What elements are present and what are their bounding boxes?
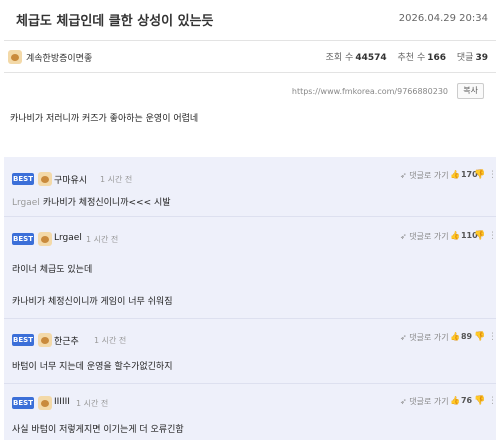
comment-author[interactable]: 한근추 bbox=[54, 334, 79, 347]
thumbs-down-icon[interactable]: 👎 bbox=[474, 231, 485, 241]
header-divider bbox=[4, 40, 496, 41]
views-label: 조회 수 bbox=[325, 53, 354, 63]
views-count: 44574 bbox=[355, 53, 387, 63]
post-datetime: 2026.04.29 20:34 bbox=[398, 13, 488, 24]
comments-count: 39 bbox=[475, 53, 488, 63]
comment-avatar[interactable] bbox=[38, 232, 52, 246]
reply-label: 댓글로 가기 bbox=[409, 397, 449, 406]
comment-body: 카나비가 체정신이니까<<< 시발 bbox=[42, 198, 171, 208]
comment-text-line: 카나비가 체정신이니까 게임이 너무 쉬워짐 bbox=[12, 297, 173, 307]
reply-link[interactable]: ➶ 댓글로 가기 bbox=[400, 170, 449, 181]
thumbs-down-icon[interactable]: 👎 bbox=[474, 396, 485, 406]
thumbs-up-icon: 👍 bbox=[450, 332, 460, 341]
comment-time: 1 시간 전 bbox=[94, 336, 127, 345]
best-badge: BEST bbox=[12, 173, 34, 185]
post-author-row: 계속한방증이면좋 조회 수 44574 추천 수 166 댓글 39 bbox=[0, 42, 500, 70]
post-header: 체급도 체급인데 클한 상성이 있는듯 2026.04.29 20:34 bbox=[0, 0, 500, 40]
like-count: 76 bbox=[460, 396, 473, 405]
comment-time: 1 시간 전 bbox=[100, 175, 133, 184]
like-button[interactable]: 👍89 bbox=[450, 332, 472, 341]
thumbs-up-icon: 👍 bbox=[450, 231, 460, 240]
comment-avatar[interactable] bbox=[38, 396, 52, 410]
more-vertical-icon[interactable]: ⋮ bbox=[488, 170, 497, 180]
post-author[interactable]: 계속한방증이면좋 bbox=[26, 51, 92, 64]
thumbs-up-icon: 👍 bbox=[450, 396, 460, 405]
reply-label: 댓글로 가기 bbox=[409, 171, 449, 180]
recommend-count: 166 bbox=[427, 53, 447, 63]
best-badge: BEST bbox=[12, 334, 34, 346]
reply-link[interactable]: ➶ 댓글로 가기 bbox=[400, 332, 449, 343]
like-count: 89 bbox=[460, 332, 473, 341]
comment-item: BEST 한근추 1 시간 전 ➶ 댓글로 가기 👍89 👎 ⋮ 바텀이 너무 … bbox=[4, 319, 497, 377]
post-url[interactable]: https://www.fmkorea.com/9766880230 bbox=[292, 87, 448, 96]
reply-arrow-icon: ➶ bbox=[400, 232, 407, 241]
comment-item: BEST IIIIII 1 시간 전 ➶ 댓글로 가기 👍76 👎 ⋮ 사실 바… bbox=[4, 384, 497, 440]
reply-link[interactable]: ➶ 댓글로 가기 bbox=[400, 396, 449, 407]
comment-time: 1 시간 전 bbox=[86, 235, 119, 244]
comment-avatar[interactable] bbox=[38, 333, 52, 347]
best-comments-list: BEST 구마유시 1 시간 전 ➶ 댓글로 가기 👍170 👎 ⋮ Lrgae… bbox=[4, 157, 497, 440]
comment-author[interactable]: 구마유시 bbox=[54, 173, 87, 186]
more-vertical-icon[interactable]: ⋮ bbox=[488, 231, 497, 241]
post-body: 카나비가 저러니까 커즈가 좋아하는 운영이 어렵네 bbox=[10, 114, 199, 124]
thumbs-down-icon[interactable]: 👎 bbox=[474, 170, 485, 180]
comments-label: 댓글 bbox=[456, 53, 474, 63]
comment-time: 1 시간 전 bbox=[76, 399, 109, 408]
author-avatar[interactable] bbox=[8, 50, 22, 64]
like-button[interactable]: 👍76 bbox=[450, 396, 472, 405]
comment-text-line: 라이너 체급도 있는데 bbox=[12, 265, 93, 275]
recommend-label: 추천 수 bbox=[397, 53, 426, 63]
comment-author[interactable]: Lrgael bbox=[54, 233, 82, 243]
more-vertical-icon[interactable]: ⋮ bbox=[488, 332, 497, 342]
post-title: 체급도 체급인데 클한 상성이 있는듯 bbox=[16, 14, 214, 29]
comment-text: Lrgael 카나비가 체정신이니까<<< 시발 bbox=[12, 195, 171, 208]
comment-text: 사실 바텀이 저렇게지면 이기는게 더 오류긴함 bbox=[12, 425, 184, 435]
reply-arrow-icon: ➶ bbox=[400, 397, 407, 406]
post-stats: 조회 수 44574 추천 수 166 댓글 39 bbox=[326, 50, 488, 63]
reply-arrow-icon: ➶ bbox=[400, 333, 407, 342]
best-badge: BEST bbox=[12, 233, 34, 245]
comment-mention[interactable]: Lrgael bbox=[12, 198, 40, 208]
more-vertical-icon[interactable]: ⋮ bbox=[488, 396, 497, 406]
best-badge: BEST bbox=[12, 397, 34, 409]
reply-arrow-icon: ➶ bbox=[400, 171, 407, 180]
thumbs-up-icon: 👍 bbox=[450, 170, 460, 179]
thumbs-down-icon[interactable]: 👎 bbox=[474, 332, 485, 342]
reply-label: 댓글로 가기 bbox=[409, 333, 449, 342]
comment-item: BEST Lrgael 1 시간 전 ➶ 댓글로 가기 👍110 👎 ⋮ 라이너… bbox=[4, 217, 497, 313]
comment-avatar[interactable] bbox=[38, 172, 52, 186]
copy-url-button[interactable]: 복사 bbox=[457, 83, 484, 99]
comment-text: 바텀이 너무 지는데 운영을 할수가없긴하지 bbox=[12, 362, 173, 372]
comment-author[interactable]: IIIIII bbox=[54, 397, 70, 407]
comment-item: BEST 구마유시 1 시간 전 ➶ 댓글로 가기 👍170 👎 ⋮ Lrgae… bbox=[4, 157, 497, 212]
reply-link[interactable]: ➶ 댓글로 가기 bbox=[400, 231, 449, 242]
author-divider bbox=[4, 72, 496, 73]
reply-label: 댓글로 가기 bbox=[409, 232, 449, 241]
